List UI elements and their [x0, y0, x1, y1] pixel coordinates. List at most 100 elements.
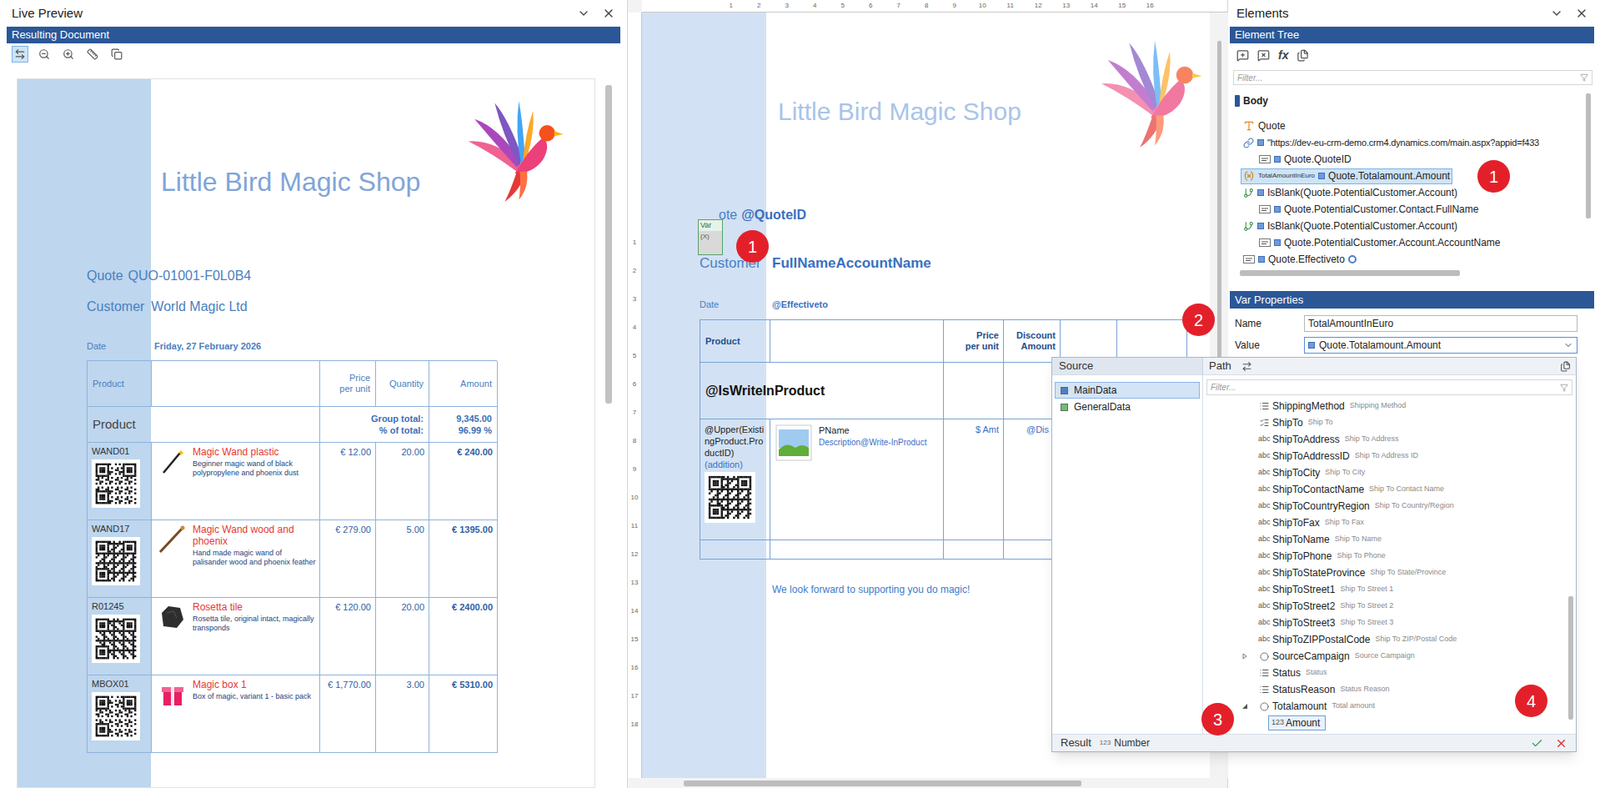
callout-badge: 1 — [1477, 160, 1510, 193]
path-item[interactable]: abcShipToZIPPostalCodeShip To ZIP/Postal… — [1203, 631, 1566, 648]
expanded-arrow-icon[interactable] — [1241, 702, 1249, 710]
tree-item[interactable]: Quote.Effectiveto — [1228, 250, 1584, 268]
path-item[interactable]: abcShipToAddressShip To Address — [1203, 431, 1566, 448]
field-icon — [1258, 155, 1271, 164]
toolbar-button[interactable] — [60, 45, 77, 63]
group-value-cell: 9,345.0096.99 % — [429, 406, 498, 443]
close-icon[interactable] — [1574, 6, 1589, 21]
product-image-icon — [156, 446, 188, 477]
result-footer: Result123Number — [1052, 733, 1576, 752]
path-item[interactable]: abcShipToContactNameShip To Contact Name — [1203, 481, 1566, 498]
tree-item[interactable]: Body — [1228, 92, 1584, 110]
document-icon — [1234, 95, 1240, 107]
value-dropdown[interactable]: Quote.Totalamount.Amount — [1304, 336, 1578, 354]
toolbar-button[interactable] — [11, 45, 29, 63]
path-item[interactable]: abcShipToCountryRegionShip To Country/Re… — [1203, 497, 1566, 515]
preview-scrollbar[interactable] — [605, 78, 614, 788]
cancel-icon[interactable] — [1554, 737, 1568, 750]
panel-title: Elements — [1236, 4, 1290, 24]
type-label: abc — [1258, 616, 1271, 629]
add-comment-icon[interactable] — [1236, 49, 1249, 62]
name-field[interactable]: TotalAmountInEuro — [1304, 315, 1578, 332]
tree-item[interactable]: IsBlank(Quote.PotentialCustomer.Account) — [1228, 184, 1584, 201]
toolbar-button[interactable] — [35, 45, 53, 63]
lookup-icon — [1258, 702, 1271, 712]
qr-code-icon — [91, 692, 141, 741]
product-id-cell: @Upper(ExistingProduct.ProductID)(additi… — [700, 419, 771, 541]
toolbar-button[interactable] — [84, 45, 101, 63]
swap-icon[interactable] — [1241, 361, 1253, 372]
product-image-icon — [156, 601, 188, 632]
path-item[interactable]: StatusStatus — [1203, 664, 1566, 682]
boolean-icon — [1258, 417, 1271, 428]
tree-horizontal-scrollbar[interactable] — [1228, 267, 1600, 278]
type-label: abc — [1258, 550, 1271, 562]
remove-comment-icon[interactable] — [1257, 49, 1270, 62]
price-cell: € 279.00 — [320, 520, 377, 598]
path-item[interactable]: abcShipToStreet1Ship To Street 1 — [1203, 581, 1566, 598]
product-description-cell: Magic Wand plasticBeginner magic wand of… — [151, 442, 321, 521]
element-tree: Body Quote"https://dev-eu-crm-demo.crm4.d… — [1228, 85, 1584, 268]
callout-badge: 3 — [1201, 702, 1234, 736]
table-header-cell — [151, 361, 321, 407]
close-icon[interactable] — [601, 6, 616, 21]
path-item[interactable]: ShipToShip To — [1203, 414, 1566, 432]
path-item[interactable]: TotalamountTotal amount — [1203, 697, 1566, 715]
qr-code-icon — [91, 536, 141, 586]
table-header-cell: Priceper unit — [943, 320, 1004, 363]
expression-icon — [1318, 172, 1325, 180]
collapse-icon[interactable] — [1549, 6, 1564, 21]
customer-line: CustomerFullNameAccountName — [699, 254, 1210, 273]
path-item[interactable]: SourceCampaignSource Campaign — [1203, 647, 1566, 665]
type-label: abc — [1258, 500, 1271, 512]
path-item[interactable]: abcShipToPhoneShip To Phone — [1203, 547, 1566, 565]
horizontal-ruler: 12345678910111213141516 — [642, 0, 1228, 13]
document-page: Little Bird Magic ShopQuoteQUO-01001-F0L… — [16, 78, 596, 788]
path-item[interactable]: StatusReasonStatus Reason — [1203, 681, 1566, 698]
variable-marker[interactable]: Var(X) — [697, 219, 723, 256]
path-tree-scrollbar[interactable] — [1565, 397, 1576, 734]
expand-icon[interactable] — [1559, 361, 1571, 372]
tree-item[interactable]: "https://dev-eu-crm-demo.crm4.dynamics.c… — [1228, 134, 1584, 151]
tree-vertical-scrollbar[interactable] — [1583, 85, 1594, 268]
panel-header: Live Preview — [0, 0, 627, 27]
confirm-icon[interactable] — [1530, 737, 1544, 750]
path-item[interactable]: abcShipToStreet2Ship To Street 2 — [1203, 597, 1566, 615]
tree-item[interactable]: TotalAmountInEuroQuote.Totalamount.Amoun… — [1228, 167, 1584, 185]
path-item[interactable]: abcShipToStreet3Ship To Street 3 — [1203, 614, 1566, 632]
price-cell: $ Amt — [943, 419, 1004, 541]
collapsed-arrow-icon[interactable] — [1241, 652, 1249, 660]
price-cell: € 1,770.00 — [320, 675, 377, 753]
product-code-cell: MBOX01 — [87, 675, 152, 753]
path-filter[interactable]: Filter... — [1206, 379, 1573, 396]
path-item[interactable]: abcShipToAddressIDShip To Address ID — [1203, 447, 1566, 465]
price-cell: € 12.00 — [320, 442, 377, 521]
source-item[interactable]: MainData — [1054, 381, 1200, 399]
expression-icon — [1273, 239, 1281, 246]
collapse-icon[interactable] — [576, 6, 591, 21]
source-item[interactable]: GeneralData — [1054, 398, 1200, 416]
canvas-horizontal-scrollbar[interactable] — [627, 777, 1228, 788]
quantity-cell: 20.00 — [376, 442, 430, 521]
bird-logo-icon — [463, 100, 567, 202]
condition-icon — [1243, 187, 1254, 199]
function-button[interactable]: fx — [1278, 48, 1289, 62]
tree-item[interactable]: Quote.PotentialCustomer.Contact.FullName — [1228, 200, 1584, 218]
tree-item[interactable]: Quote — [1228, 117, 1584, 135]
toolbar-button[interactable] — [108, 45, 126, 63]
type-label: abc — [1258, 633, 1271, 646]
tree-item[interactable]: IsBlank(Quote.PotentialCustomer.Account) — [1228, 217, 1584, 235]
preview-toolbar — [0, 43, 627, 66]
tree-item[interactable]: Quote.QuoteID — [1228, 150, 1584, 168]
path-item[interactable]: abcShipToCityShip To City — [1203, 464, 1566, 482]
copy-icon[interactable] — [1296, 49, 1310, 62]
path-item[interactable]: abcShipToStateProvinceShip To State/Prov… — [1203, 564, 1566, 582]
tree-filter[interactable]: Filter... — [1233, 70, 1593, 86]
tree-item[interactable]: Quote.PotentialCustomer.Account.AccountN… — [1228, 234, 1584, 251]
path-item[interactable]: abcShipToFaxShip To Fax — [1203, 514, 1566, 532]
path-item[interactable]: ShippingMethodShipping Method — [1203, 397, 1566, 415]
type-label: abc — [1258, 600, 1271, 612]
path-item[interactable]: 123Amount — [1203, 714, 1566, 732]
path-item[interactable]: abcShipToNameShip To Name — [1203, 531, 1566, 548]
property-row: NameTotalAmountInEuro — [1228, 315, 1600, 332]
